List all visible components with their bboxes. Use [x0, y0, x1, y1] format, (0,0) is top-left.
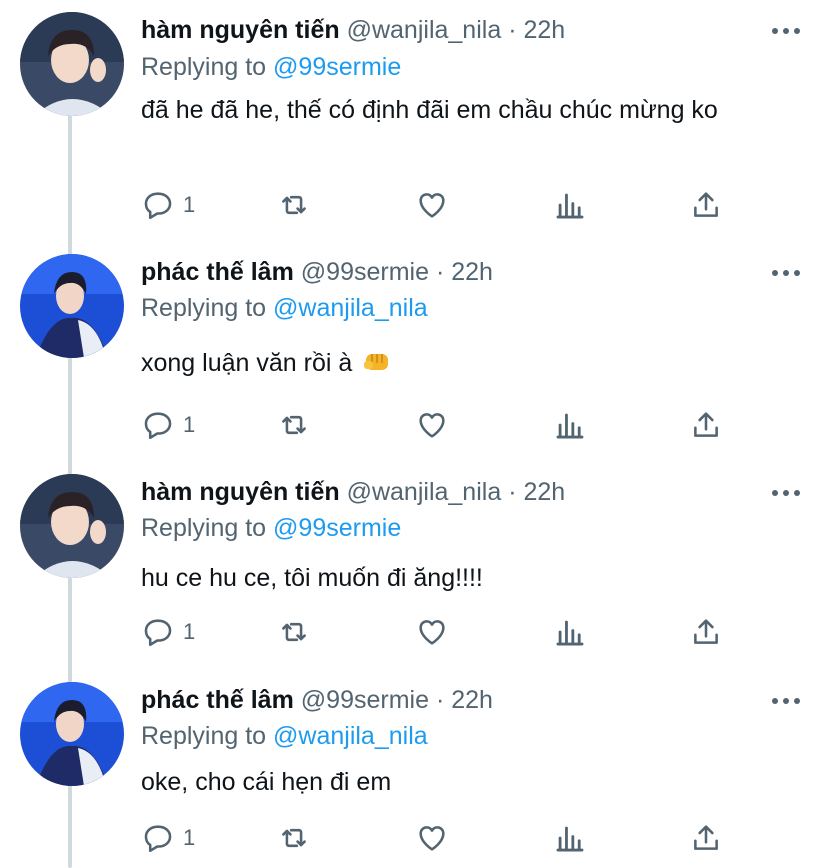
- timestamp[interactable]: 22h: [523, 478, 565, 506]
- like-button[interactable]: [415, 405, 449, 445]
- like-button[interactable]: [415, 185, 449, 225]
- tweet-actions: 1: [141, 185, 741, 225]
- retweet-icon: [282, 415, 306, 435]
- author-name[interactable]: hàm nguyên tiến: [141, 16, 340, 44]
- avatar[interactable]: [20, 682, 124, 786]
- mention-link[interactable]: @99sermie: [273, 53, 401, 81]
- timestamp[interactable]: 22h: [451, 258, 493, 286]
- more-icon[interactable]: [772, 697, 800, 705]
- share-button[interactable]: [689, 818, 723, 858]
- author-handle[interactable]: @wanjila_nila: [347, 16, 502, 44]
- tweet-actions: 1: [141, 405, 741, 445]
- reply-icon: [144, 825, 172, 853]
- author-handle[interactable]: @99sermie: [301, 686, 429, 714]
- tweet-text: xong luận văn rồi à: [141, 345, 801, 385]
- replying-label: Replying to: [141, 53, 267, 81]
- tweet-text: hu ce hu ce, tôi muốn đi ăng!!!!: [141, 564, 483, 592]
- replying-label: Replying to: [141, 514, 267, 542]
- reply-count: 1: [183, 192, 196, 217]
- reply-icon: [144, 412, 172, 440]
- retweet-button[interactable]: [277, 612, 311, 652]
- analytics-icon: [556, 620, 584, 646]
- fist-emoji: [363, 349, 391, 385]
- reply-button[interactable]: 1: [141, 818, 195, 858]
- analytics-button[interactable]: [553, 185, 587, 225]
- replying-label: Replying to: [141, 722, 267, 750]
- like-icon: [419, 620, 445, 645]
- retweet-icon: [282, 828, 306, 848]
- analytics-icon: [556, 413, 584, 439]
- reply-button[interactable]: 1: [141, 612, 195, 652]
- like-button[interactable]: [415, 818, 449, 858]
- like-icon: [419, 413, 445, 438]
- replying-to: Replying to @99sermie: [141, 51, 401, 83]
- share-button[interactable]: [689, 405, 723, 445]
- like-icon: [419, 826, 445, 851]
- share-button[interactable]: [689, 185, 723, 225]
- retweet-icon: [282, 622, 306, 642]
- retweet-button[interactable]: [277, 405, 311, 445]
- tweet-text: đã he đã he, thế có định đãi em chầu chú…: [141, 96, 718, 124]
- reply-count: 1: [183, 825, 196, 850]
- share-button[interactable]: [689, 612, 723, 652]
- like-icon: [419, 193, 445, 218]
- share-icon: [694, 412, 718, 437]
- author-name[interactable]: phác thế lâm: [141, 258, 294, 286]
- share-icon: [694, 825, 718, 850]
- share-icon: [694, 192, 718, 217]
- tweet-actions: 1: [141, 818, 741, 858]
- share-icon: [694, 619, 718, 644]
- avatar[interactable]: [20, 254, 124, 358]
- more-icon[interactable]: [772, 489, 800, 497]
- timestamp[interactable]: 22h: [451, 686, 493, 714]
- author-handle[interactable]: @wanjila_nila: [347, 478, 502, 506]
- more-icon[interactable]: [772, 269, 800, 277]
- separator: ·: [435, 686, 445, 714]
- replying-to: Replying to @wanjila_nila: [141, 720, 428, 752]
- separator: ·: [435, 258, 445, 286]
- author-name[interactable]: hàm nguyên tiến: [141, 478, 340, 506]
- retweet-button[interactable]: [277, 185, 311, 225]
- separator: ·: [508, 16, 517, 44]
- tweet-text: oke, cho cái hẹn đi em: [141, 768, 392, 796]
- retweet-button[interactable]: [277, 818, 311, 858]
- tweet-actions: 1: [141, 612, 741, 652]
- reply-count: 1: [183, 412, 196, 437]
- replying-to: Replying to @99sermie: [141, 512, 401, 544]
- reply-icon: [144, 192, 172, 220]
- replying-label: Replying to: [141, 294, 267, 322]
- separator: ·: [508, 478, 517, 506]
- like-button[interactable]: [415, 612, 449, 652]
- timestamp[interactable]: 22h: [523, 16, 565, 44]
- analytics-icon: [556, 826, 584, 852]
- reply-button[interactable]: 1: [141, 185, 195, 225]
- reply-icon: [144, 619, 172, 647]
- analytics-button[interactable]: [553, 405, 587, 445]
- more-icon[interactable]: [772, 27, 800, 35]
- reply-count: 1: [183, 619, 196, 644]
- reply-button[interactable]: 1: [141, 405, 195, 445]
- author-handle[interactable]: @99sermie: [301, 258, 429, 286]
- author-name[interactable]: phác thế lâm: [141, 686, 294, 714]
- analytics-button[interactable]: [553, 818, 587, 858]
- tweet-text-content: xong luận văn rồi à: [141, 349, 353, 377]
- analytics-icon: [556, 193, 584, 219]
- avatar[interactable]: [20, 474, 124, 578]
- mention-link[interactable]: @wanjila_nila: [273, 294, 428, 322]
- replying-to: Replying to @wanjila_nila: [141, 292, 428, 324]
- mention-link[interactable]: @99sermie: [273, 514, 401, 542]
- mention-link[interactable]: @wanjila_nila: [273, 722, 428, 750]
- analytics-button[interactable]: [553, 612, 587, 652]
- retweet-icon: [282, 195, 306, 215]
- avatar[interactable]: [20, 12, 124, 116]
